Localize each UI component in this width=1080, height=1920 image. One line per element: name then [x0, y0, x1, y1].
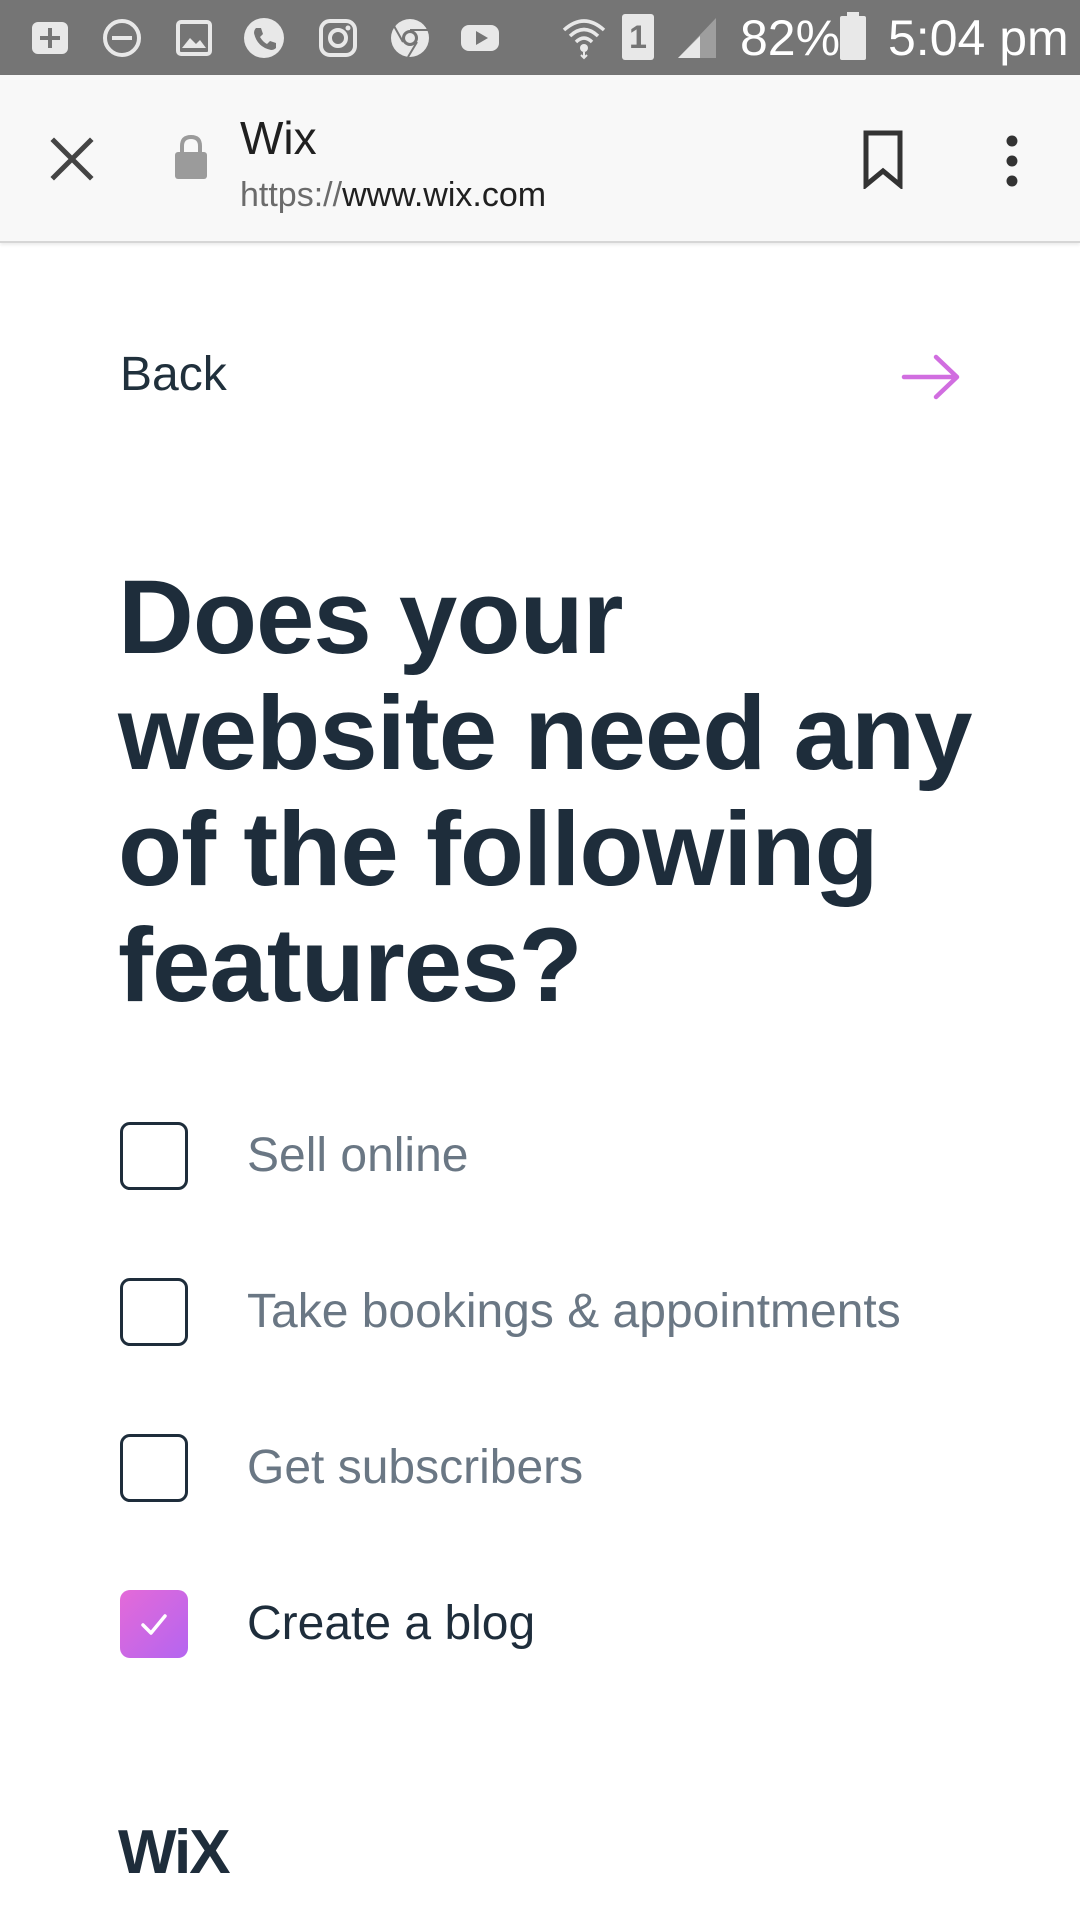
checkbox[interactable] — [120, 1122, 188, 1190]
option-label: Sell online — [247, 1129, 469, 1182]
url-text[interactable]: https://www.wix.com — [240, 175, 546, 215]
checkbox[interactable] — [120, 1434, 188, 1502]
status-bar: 1 82% 5:04 pm — [0, 0, 1080, 75]
image-icon — [176, 20, 212, 56]
page-title: Wix — [240, 112, 317, 164]
option-label: Create a blog — [247, 1597, 536, 1650]
wifi-icon — [562, 19, 606, 60]
battery-icon — [840, 12, 866, 60]
option-sell-online[interactable]: Sell online — [120, 1122, 980, 1192]
do-not-disturb-icon — [103, 19, 141, 57]
lock-icon — [175, 134, 207, 179]
phone-icon — [244, 18, 284, 58]
bookmark-icon[interactable] — [858, 129, 908, 189]
option-bookings[interactable]: Take bookings & appointments — [120, 1278, 980, 1348]
option-subscribers[interactable]: Get subscribers — [120, 1434, 980, 1504]
next-arrow-icon[interactable] — [900, 352, 962, 402]
option-blog[interactable]: Create a blog — [120, 1590, 980, 1660]
checkmark-icon — [141, 1614, 167, 1635]
instagram-icon — [319, 19, 357, 57]
checkbox[interactable] — [120, 1278, 188, 1346]
signal-icon — [678, 18, 716, 58]
question-heading: Does your website need any of the follow… — [118, 559, 972, 1024]
url-scheme: https:// — [240, 176, 343, 214]
sim-icon: 1 — [622, 14, 654, 60]
back-link[interactable]: Back — [120, 345, 227, 405]
wix-logo: WiX — [118, 1818, 231, 1887]
option-label: Get subscribers — [247, 1441, 584, 1494]
checkbox-checked[interactable] — [120, 1590, 188, 1658]
more-options-icon[interactable] — [994, 131, 1030, 191]
close-icon[interactable] — [46, 133, 98, 185]
custom-tab-toolbar: Wix https://www.wix.com — [0, 75, 1080, 243]
url-host: www.wix.com — [342, 176, 547, 214]
clock: 5:04 pm — [888, 10, 1069, 66]
battery-percent: 82% — [740, 10, 841, 66]
option-label: Take bookings & appointments — [247, 1285, 901, 1338]
youtube-icon — [461, 25, 499, 51]
chrome-icon — [391, 19, 429, 58]
add-box-icon — [32, 22, 68, 54]
